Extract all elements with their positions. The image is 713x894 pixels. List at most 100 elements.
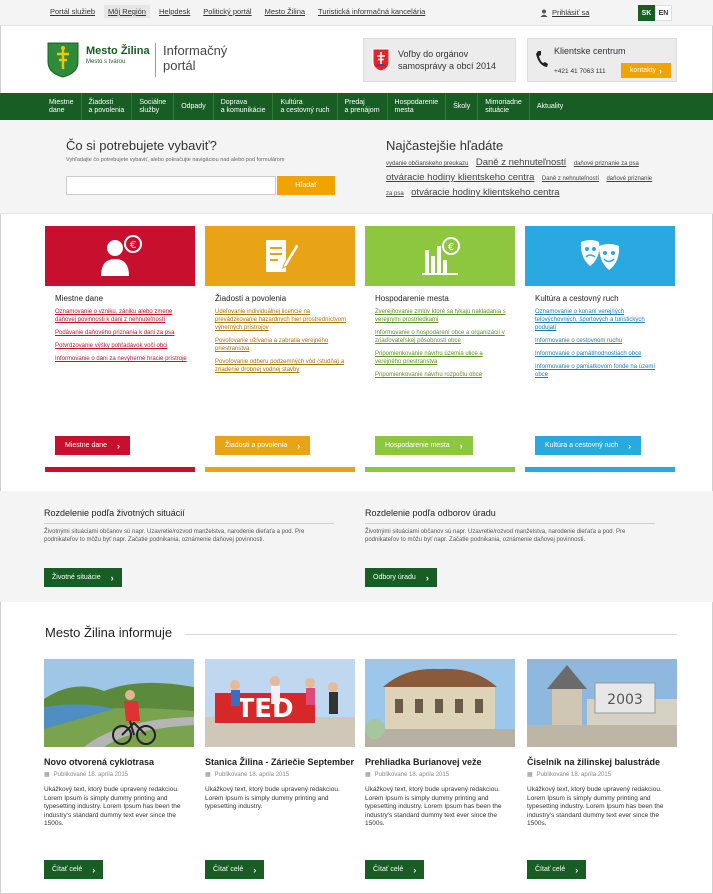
search-title: Čo si potrebujete vybaviť? [66,138,217,153]
nav-item-kultura[interactable]: Kultúra a cestovný ruch [273,93,338,120]
card-button-label: Hospodarenie mesta [385,442,450,449]
card-link[interactable]: Informovanie o pamiatkovom fonde na územ… [535,363,667,379]
chevron-right-icon: › [92,864,96,875]
news-item: 2003 Čiselník na žilinskej balustráde ▦ P… [527,659,677,829]
frequent-link[interactable]: otváracie hodiny klientskeho centra [386,172,534,183]
news-image-ted[interactable]: TED [205,659,355,747]
card-button-hospodarenie[interactable]: Hospodarenie mesta › [375,436,473,455]
toplink-helpdesk[interactable]: Helpdesk [159,7,190,16]
news-date: ▦ Publikované 18. apríla 2015 [365,771,515,779]
card-link[interactable]: Povoľovanie odberu podzemných vôd (studň… [215,358,347,374]
frequent-link[interactable]: daňové priznanie za psa [574,161,639,167]
nav-item-mimoriadne-situacie[interactable]: Mimoriadne situácie [478,93,530,120]
nav-item-predaj[interactable]: Predaj a prenájom [338,93,388,120]
nav-item-hospodarenie[interactable]: Hospodarenie mesta [388,93,447,120]
card-link[interactable]: Informovanie o cestovnom ruchu [535,337,667,345]
chevron-right-icon: › [117,440,121,451]
search-button[interactable]: Hľadať [277,176,335,195]
nav-label-l2: situácie [485,106,509,114]
nav-item-miestne-dane[interactable]: Miestne dane [42,93,82,120]
life-situations-button[interactable]: Životné situácie › [44,568,122,587]
news-title[interactable]: Čiselník na žilinskej balustráde [527,757,677,768]
toplink-politicky-portal[interactable]: Politický portál [203,7,251,16]
card-link[interactable]: Informovanie o hospodárení obce a organi… [375,329,507,345]
news-image-balustrade[interactable]: 2003 [527,659,677,747]
card-link[interactable]: Pripomienkovanie návrhu územia ulice a v… [375,350,507,366]
nav-label-l1: Doprava [220,98,248,106]
toplink-turisticka-kancelaria[interactable]: Turistická informačná kancelária [318,7,425,16]
card-link[interactable]: Podávanie daňového priznania k dani za p… [55,329,187,337]
departments-column: Rozdelenie podľa odborov úradu Životnými… [365,508,655,544]
news-title[interactable]: Prehliadka Burianovej veže [365,757,515,768]
card-button-ziadosti[interactable]: Žiadosti a povolenia › [215,436,311,455]
card-link[interactable]: Oznamovanie o vzniku, zániku alebo zmene… [55,308,187,324]
brand-name: Mesto Žilina [86,45,150,57]
news-text: Ukážkový text, ktorý bude upravený redak… [44,786,181,827]
news-text: Ukážkový text, ktorý bude upravený redak… [365,786,502,827]
news-title[interactable]: Novo otvorená cyklotrasa [44,757,194,768]
nav-item-doprava[interactable]: Doprava a komunikácie [214,93,274,120]
nav-label-l1: Odpady [181,102,206,110]
frequent-link[interactable]: vydanie občianskeho preukazu [386,161,468,167]
nav-item-ziadosti[interactable]: Žiadosti a povolenia [82,93,133,120]
nav-label-l1: Miestne [49,98,74,106]
card-button-label: Kultúra a cestovný ruch [545,442,619,449]
frequent-link[interactable]: Daně z nehnuteľností [476,157,566,168]
portal-title-line2: portál [163,58,196,73]
news-text: Ukážkový text, ktorý bude upravený redak… [205,786,340,810]
card-title: Hospodarenie mesta [375,294,449,303]
card-link[interactable]: Povoľovanie užívania a zabratia verejnéh… [215,337,347,353]
news-item: Novo otvorená cyklotrasa ▦ Publikované 18… [44,659,194,829]
phone-icon [536,51,548,67]
lang-en-button[interactable]: EN [655,5,672,21]
card-link[interactable]: Informovanie o pamätihodnostiach obce [535,350,667,358]
departments-title: Rozdelenie podľa odborov úradu [365,508,655,524]
login-link[interactable]: Prihlásiť sa [540,8,589,17]
card-button-label: Žiadosti a povolenia [225,442,288,449]
nav-item-aktuality[interactable]: Aktuality [530,93,570,120]
contacts-button[interactable]: kontakty › [621,63,671,78]
card-link[interactable]: Potvrdzovanie výšky pohľadávok voči obci [55,342,187,350]
elections-banner[interactable]: Voľby do orgánov samosprávy a obcí 2014 [363,38,516,82]
card-button-miestne-dane[interactable]: Miestne dane › [55,436,131,455]
card-links: Oznamovanie o konaní verejných telovýcho… [535,308,667,384]
svg-text:€: € [448,242,454,253]
toplink-portal-sluzieb[interactable]: Portál služieb [50,7,95,16]
nav-label-l1: Predaj [344,98,365,106]
life-situations-text: Životnými situáciami občanov sú napr. Uz… [44,529,305,543]
toplink-mesto-zilina[interactable]: Mesto Žilina [265,7,305,16]
frequent-link[interactable]: Daně z nehnuteľností [542,176,599,182]
card-button-kultura[interactable]: Kultúra a cestovný ruch › [535,436,642,455]
news-image-cyclist[interactable] [44,659,194,747]
brand[interactable]: Mesto Žilina Mesto s tvárou [86,45,150,65]
news-date-text: Publikované 18. apríla 2015 [214,771,290,778]
news-image-tower[interactable] [365,659,515,747]
nav-item-skoly[interactable]: Školy [446,93,479,120]
read-more-button[interactable]: Čítať celé › [527,860,587,879]
frequent-link[interactable]: otváracie hodiny klientskeho centra [411,187,559,198]
card-link[interactable]: Zverejňovanie zmlúv ktoré sa týkajú nakl… [375,308,507,324]
chevron-right-icon: › [459,440,463,451]
card-link[interactable]: Pripomienkovanie návrhu rozpočtu obce [375,371,507,379]
city-crest-icon[interactable] [47,42,79,78]
card-header: € [365,226,515,286]
departments-button[interactable]: Odbory úradu › [365,568,437,587]
read-more-button[interactable]: Čítať celé › [205,860,265,879]
portal-title-line1: Informačný [163,43,228,58]
read-more-label: Čítať celé [52,866,83,873]
toplink-moj-region[interactable]: Môj Región [104,5,150,18]
card-link[interactable]: Informovanie o dani za nevýherné hracie … [55,355,187,363]
lang-sk-button[interactable]: SK [638,5,655,21]
departments-text: Životnými situáciami občanov sú napr. Uz… [365,529,626,543]
card-link[interactable]: Udeľovanie individuálnej licencie na pre… [215,308,347,332]
read-more-button[interactable]: Čítať celé › [365,860,425,879]
nav-item-odpady[interactable]: Odpady [174,93,214,120]
theater-masks-icon [580,240,620,270]
news-title[interactable]: Stanica Žilina - Záriečie September [205,757,355,768]
life-situations-column: Rozdelenie podľa životných situácií Živo… [44,508,334,544]
search-input[interactable] [66,176,276,195]
read-more-button[interactable]: Čítať celé › [44,860,104,879]
card-link[interactable]: Oznamovanie o konaní verejných telovýcho… [535,308,667,332]
nav-item-socialne-sluzby[interactable]: Sociálne služby [132,93,175,120]
nav-label-l1: Hospodarenie [394,98,439,106]
